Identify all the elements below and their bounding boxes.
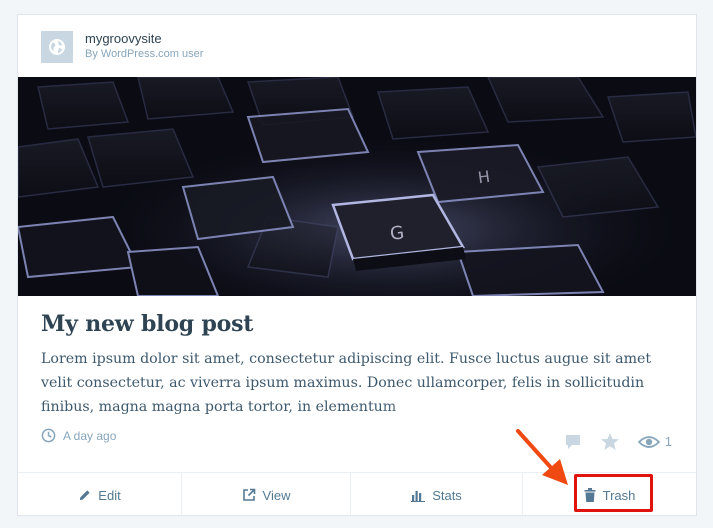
site-byline: By WordPress.com user <box>85 48 204 60</box>
post-card: mygroovysite By WordPress.com user G H M… <box>17 14 697 517</box>
trash-highlight-box <box>574 474 653 512</box>
annotation-arrow-icon <box>516 429 568 485</box>
site-name[interactable]: mygroovysite <box>85 31 162 46</box>
external-link-icon <box>242 488 255 501</box>
edit-button[interactable]: Edit <box>18 473 181 517</box>
eye-icon <box>637 435 660 448</box>
bar-chart-icon <box>411 490 426 502</box>
views-count: 1 <box>664 434 672 449</box>
clock-icon <box>41 428 56 443</box>
excerpt-fade <box>378 396 538 420</box>
site-header: mygroovysite By WordPress.com user <box>18 15 696 77</box>
post-time[interactable]: A day ago <box>41 428 116 443</box>
post-excerpt: Lorem ipsum dolor sit amet, consectetur … <box>41 351 652 415</box>
featured-image[interactable]: G H <box>18 77 696 296</box>
pencil-icon <box>80 489 90 500</box>
star-icon[interactable] <box>600 432 620 451</box>
stats-label: Stats <box>432 487 462 503</box>
post-title[interactable]: My new blog post <box>41 311 253 337</box>
view-label: View <box>262 487 291 503</box>
post-time-label: A day ago <box>63 428 117 443</box>
view-button[interactable]: View <box>181 473 350 517</box>
views-counter[interactable]: 1 <box>637 434 672 449</box>
edit-label: Edit <box>98 487 121 503</box>
globe-icon <box>41 31 73 63</box>
stats-button[interactable]: Stats <box>350 473 522 517</box>
